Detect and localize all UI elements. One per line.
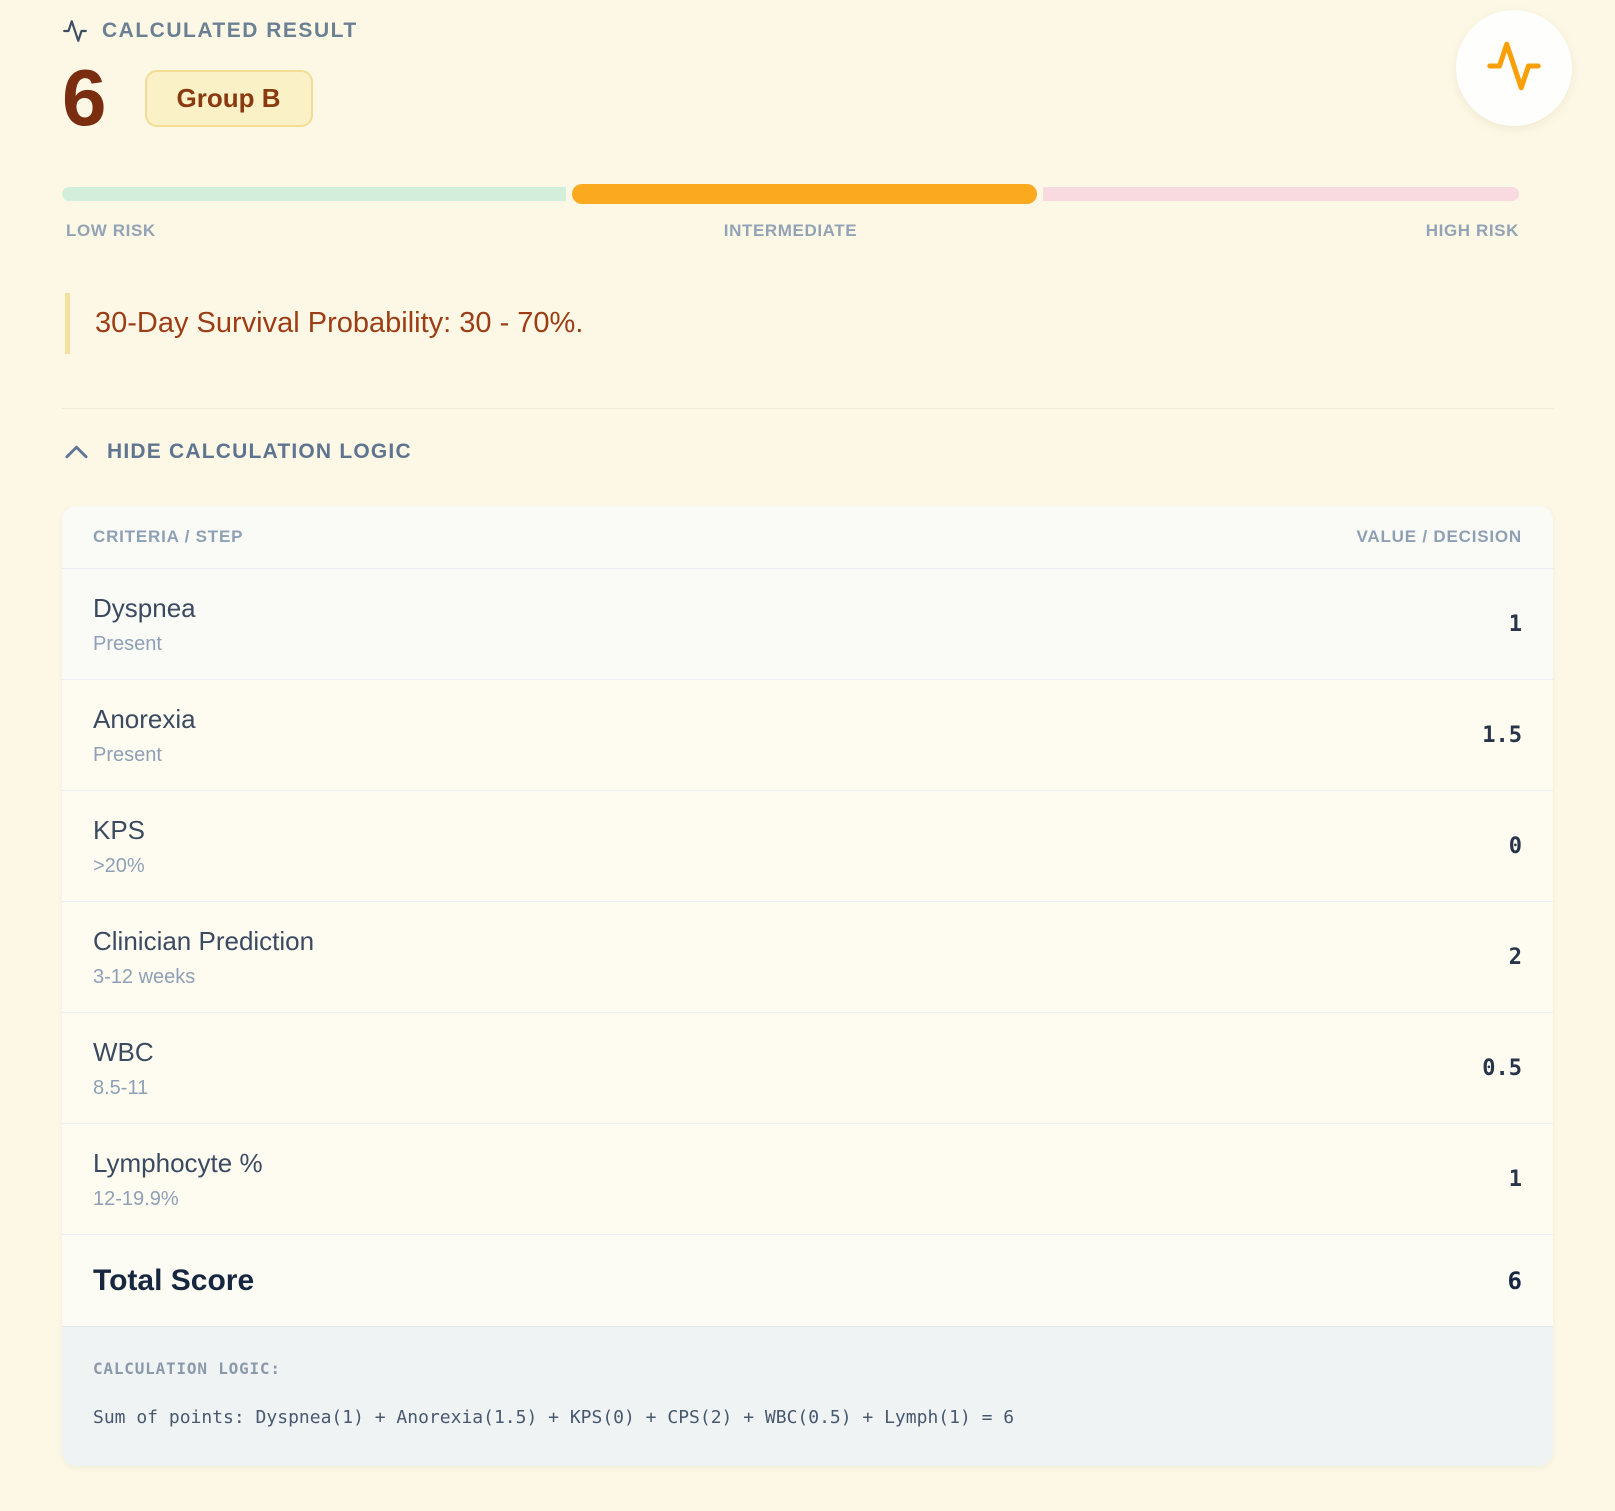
column-header-value: VALUE / DECISION — [1356, 527, 1522, 547]
column-header-criteria: CRITERIA / STEP — [93, 527, 243, 547]
section-divider — [62, 408, 1553, 409]
table-row: Anorexia Present 1.5 — [62, 680, 1553, 791]
risk-segment-high — [1043, 187, 1519, 201]
table-row: KPS >20% 0 — [62, 791, 1553, 902]
total-score-row: Total Score 6 — [62, 1235, 1553, 1326]
total-score-value: 6 — [1508, 1267, 1522, 1295]
criteria-value: 1.5 — [1482, 723, 1522, 748]
chevron-up-icon — [65, 445, 88, 459]
risk-segment-low — [62, 187, 566, 201]
risk-meter: LOW RISK INTERMEDIATE HIGH RISK — [62, 184, 1519, 243]
risk-label-low: LOW RISK — [66, 221, 156, 241]
panel-title: CALCULATED RESULT — [102, 19, 358, 43]
calculation-logic-card: CRITERIA / STEP VALUE / DECISION Dyspnea… — [62, 506, 1553, 1466]
criteria-value: 1 — [1509, 1167, 1522, 1192]
criteria-detail: 8.5-11 — [93, 1077, 154, 1100]
table-header: CRITERIA / STEP VALUE / DECISION — [62, 506, 1553, 569]
calculation-logic-footer: CALCULATION LOGIC: Sum of points: Dyspne… — [62, 1326, 1553, 1466]
criteria-name: Anorexia — [93, 704, 196, 735]
criteria-name: Lymphocyte % — [93, 1148, 263, 1179]
table-row: Clinician Prediction 3-12 weeks 2 — [62, 902, 1553, 1013]
risk-meter-labels: LOW RISK INTERMEDIATE HIGH RISK — [62, 221, 1519, 243]
criteria-value: 1 — [1509, 612, 1522, 637]
criteria-detail: Present — [93, 633, 196, 656]
criteria-value: 0.5 — [1482, 1056, 1522, 1081]
criteria-detail: 3-12 weeks — [93, 966, 314, 989]
survival-probability-text: 30-Day Survival Probability: 30 - 70%. — [95, 307, 583, 339]
group-badge: Group B — [145, 70, 313, 127]
risk-label-high: HIGH RISK — [1426, 221, 1519, 241]
criteria-name: WBC — [93, 1037, 154, 1068]
criteria-name: Dyspnea — [93, 593, 196, 624]
activity-pulse-icon — [1485, 37, 1543, 100]
panel-header: CALCULATED RESULT — [62, 18, 1553, 44]
risk-meter-track — [62, 184, 1519, 204]
criteria-name: Clinician Prediction — [93, 926, 314, 957]
calculation-logic-heading: CALCULATION LOGIC: — [93, 1359, 1522, 1378]
toggle-label: HIDE CALCULATION LOGIC — [107, 440, 412, 464]
table-row: Lymphocyte % 12-19.9% 1 — [62, 1124, 1553, 1235]
criteria-value: 0 — [1509, 834, 1522, 859]
criteria-name: KPS — [93, 815, 145, 846]
score-row: 6 Group B — [62, 58, 1553, 138]
survival-probability-callout: 30-Day Survival Probability: 30 - 70%. — [65, 293, 1553, 354]
activity-pulse-icon — [62, 18, 88, 44]
score-value: 6 — [62, 58, 107, 138]
hide-calculation-logic-toggle[interactable]: HIDE CALCULATION LOGIC — [62, 440, 1553, 464]
risk-label-intermediate: INTERMEDIATE — [724, 221, 857, 241]
criteria-value: 2 — [1509, 945, 1522, 970]
table-row: WBC 8.5-11 0.5 — [62, 1013, 1553, 1124]
criteria-detail: Present — [93, 744, 196, 767]
total-score-label: Total Score — [93, 1264, 254, 1298]
result-panel: CALCULATED RESULT 6 Group B LOW RISK INT… — [0, 0, 1615, 1466]
calculation-formula: Sum of points: Dyspnea(1) + Anorexia(1.5… — [93, 1407, 1522, 1428]
risk-segment-intermediate-active — [572, 184, 1036, 204]
criteria-detail: >20% — [93, 855, 145, 878]
app-logo-badge — [1456, 10, 1572, 126]
criteria-detail: 12-19.9% — [93, 1188, 263, 1211]
table-row: Dyspnea Present 1 — [62, 569, 1553, 680]
